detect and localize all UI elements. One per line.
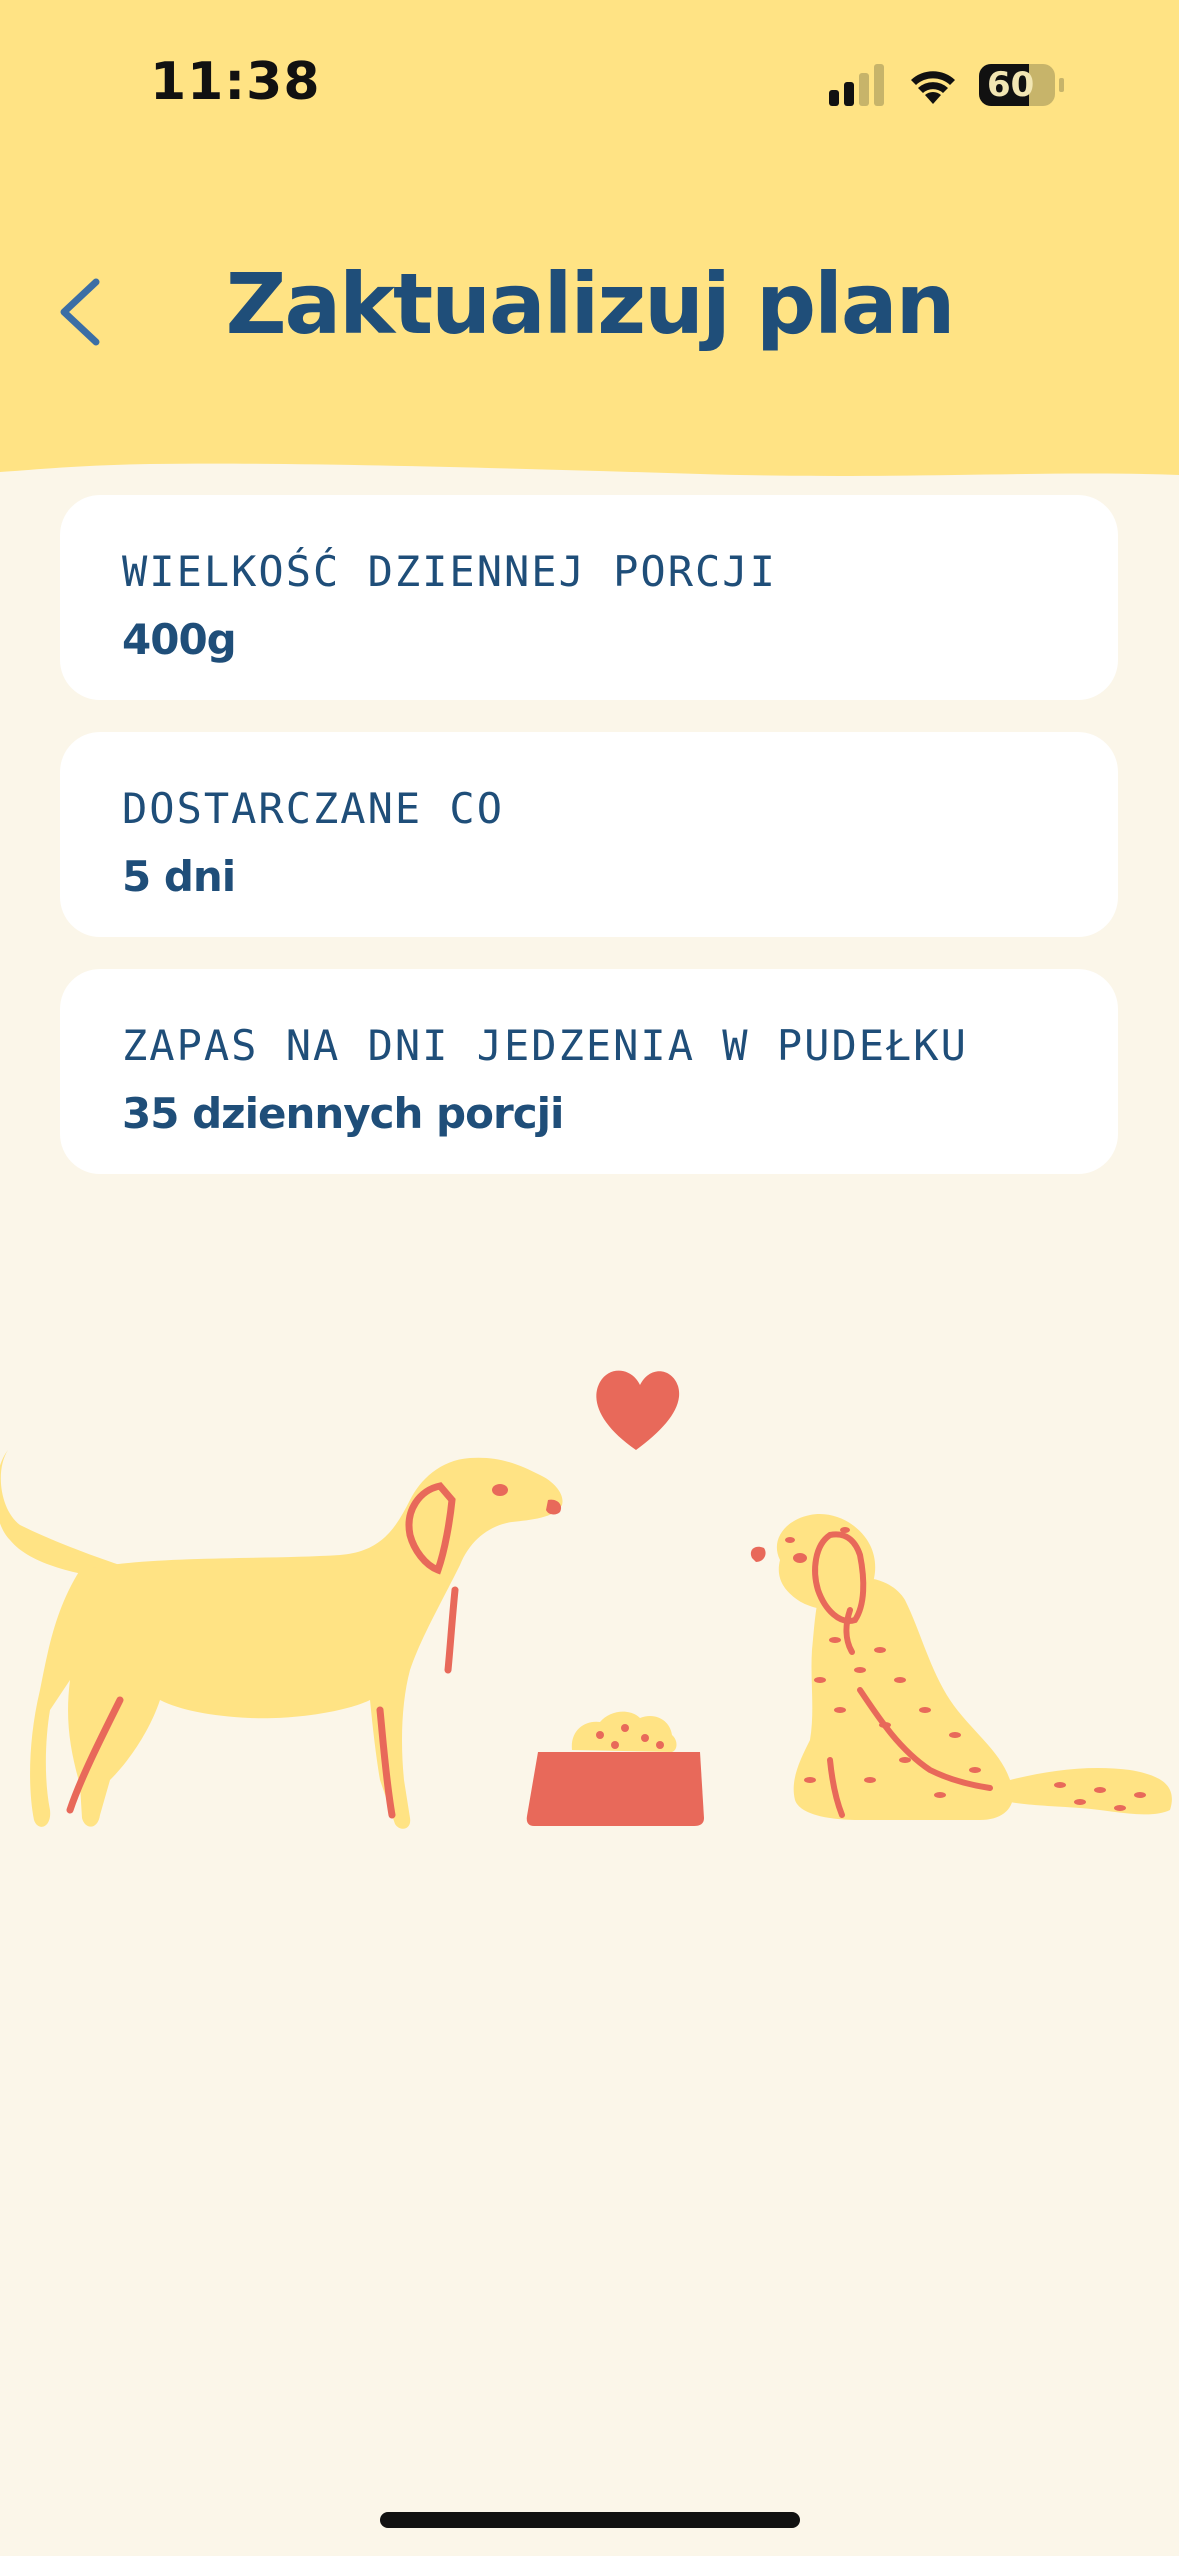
poodle-icon bbox=[750, 1514, 1172, 1820]
page-title: Zaktualizuj plan bbox=[225, 255, 956, 353]
status-bar: 11:38 60 bbox=[0, 0, 1179, 170]
battery-level: 60 bbox=[987, 65, 1035, 105]
status-icons: 60 bbox=[829, 62, 1079, 112]
dog-icon bbox=[0, 1450, 563, 1829]
delivery-frequency-card[interactable]: DOSTARCZANE CO 5 dni bbox=[60, 732, 1118, 937]
daily-portion-card[interactable]: WIELKOŚĆ DZIENNEJ PORCJI 400g bbox=[60, 495, 1118, 700]
delivery-frequency-value: 5 dni bbox=[122, 852, 236, 901]
daily-portion-label: WIELKOŚĆ DZIENNEJ PORCJI bbox=[122, 547, 777, 596]
food-bowl-icon bbox=[526, 1711, 704, 1826]
dogs-illustration bbox=[0, 1340, 1179, 1920]
wifi-icon bbox=[911, 71, 955, 104]
cellular-signal-icon bbox=[829, 64, 884, 106]
box-supply-card[interactable]: ZAPAS NA DNI JEDZENIA W PUDEŁKU 35 dzien… bbox=[60, 969, 1118, 1174]
daily-portion-value: 400g bbox=[122, 615, 237, 664]
heart-icon bbox=[596, 1370, 680, 1450]
box-supply-value: 35 dziennych porcji bbox=[122, 1089, 564, 1138]
delivery-frequency-label: DOSTARCZANE CO bbox=[122, 784, 505, 833]
status-time: 11:38 bbox=[150, 52, 321, 112]
home-indicator[interactable] bbox=[380, 2512, 800, 2528]
box-supply-label: ZAPAS NA DNI JEDZENIA W PUDEŁKU bbox=[122, 1021, 968, 1070]
